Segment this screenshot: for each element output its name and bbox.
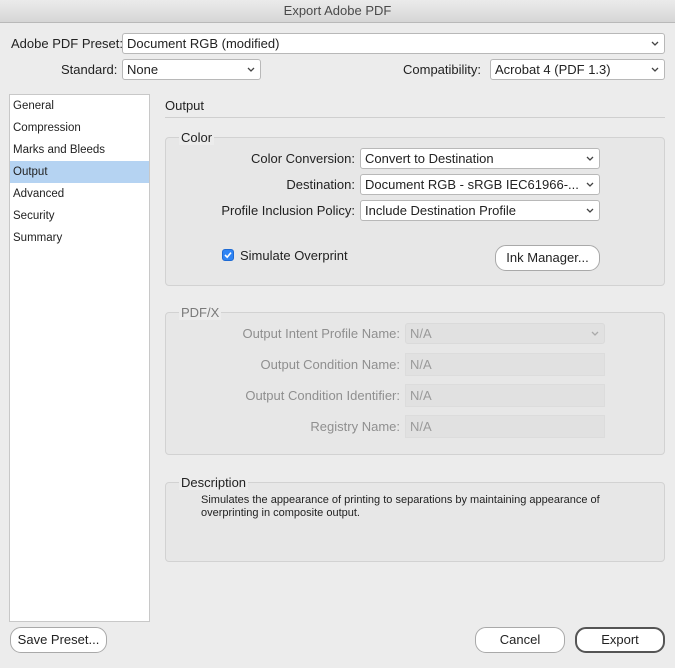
color-conversion-select[interactable]: Convert to Destination — [360, 148, 600, 169]
cancel-button[interactable]: Cancel — [475, 627, 565, 653]
chevron-down-icon — [586, 208, 594, 213]
ink-manager-button[interactable]: Ink Manager... — [495, 245, 600, 271]
output-intent-select[interactable]: N/A — [405, 323, 605, 344]
registry-name-label: Registry Name: — [310, 419, 400, 434]
description-group-title: Description — [179, 475, 249, 490]
sidebar-item-security[interactable]: Security — [10, 205, 149, 227]
preset-label: Adobe PDF Preset: — [11, 36, 123, 51]
condition-name-field[interactable]: N/A — [405, 353, 605, 376]
compatibility-label: Compatibility: — [403, 62, 482, 77]
sidebar-item-general[interactable]: General — [10, 95, 149, 117]
color-conversion-value: Convert to Destination — [365, 151, 494, 166]
profile-policy-label: Profile Inclusion Policy: — [221, 203, 355, 218]
section-title: Output — [165, 98, 205, 113]
sidebar-item-compression[interactable]: Compression — [10, 117, 149, 139]
compatibility-value: Acrobat 4 (PDF 1.3) — [495, 62, 611, 77]
description-line-1: Simulates the appearance of printing to … — [201, 494, 600, 506]
category-sidebar: General Compression Marks and Bleeds Out… — [9, 94, 150, 622]
sidebar-item-summary[interactable]: Summary — [10, 227, 149, 249]
sidebar-item-marks-and-bleeds[interactable]: Marks and Bleeds — [10, 139, 149, 161]
registry-name-field[interactable]: N/A — [405, 415, 605, 438]
export-button[interactable]: Export — [575, 627, 665, 653]
chevron-down-icon — [651, 41, 659, 46]
destination-label: Destination: — [286, 177, 355, 192]
simulate-overprint-label: Simulate Overprint — [240, 248, 348, 263]
description-line-2: overprinting in composite output. — [201, 507, 360, 519]
condition-name-label: Output Condition Name: — [260, 357, 400, 372]
section-divider — [165, 117, 665, 118]
destination-value: Document RGB - sRGB IEC61966-... — [365, 177, 579, 192]
condition-identifier-field[interactable]: N/A — [405, 384, 605, 407]
chevron-down-icon — [591, 331, 599, 336]
window-title: Export Adobe PDF — [283, 3, 392, 18]
color-conversion-label: Color Conversion: — [250, 151, 355, 166]
chevron-down-icon — [586, 182, 594, 187]
save-preset-button[interactable]: Save Preset... — [10, 627, 107, 653]
color-group-title: Color — [179, 130, 215, 145]
checkmark-icon — [224, 252, 232, 259]
destination-select[interactable]: Document RGB - sRGB IEC61966-... — [360, 174, 600, 195]
profile-policy-select[interactable]: Include Destination Profile — [360, 200, 600, 221]
title-bar: Export Adobe PDF — [0, 0, 675, 23]
output-intent-value: N/A — [410, 326, 432, 341]
output-intent-label: Output Intent Profile Name: — [242, 326, 400, 341]
sidebar-item-output[interactable]: Output — [10, 161, 149, 183]
preset-value: Document RGB (modified) — [127, 36, 280, 51]
simulate-overprint-checkbox[interactable] — [222, 249, 234, 261]
condition-identifier-label: Output Condition Identifier: — [245, 388, 400, 403]
pdfx-group-title: PDF/X — [179, 305, 222, 320]
standard-label: Standard: — [61, 62, 118, 77]
preset-select[interactable]: Document RGB (modified) — [122, 33, 665, 54]
chevron-down-icon — [651, 67, 659, 72]
compatibility-select[interactable]: Acrobat 4 (PDF 1.3) — [490, 59, 665, 80]
chevron-down-icon — [586, 156, 594, 161]
profile-policy-value: Include Destination Profile — [365, 203, 517, 218]
standard-value: None — [127, 62, 159, 77]
standard-select[interactable]: None — [122, 59, 261, 80]
chevron-down-icon — [247, 67, 255, 72]
sidebar-item-advanced[interactable]: Advanced — [10, 183, 149, 205]
